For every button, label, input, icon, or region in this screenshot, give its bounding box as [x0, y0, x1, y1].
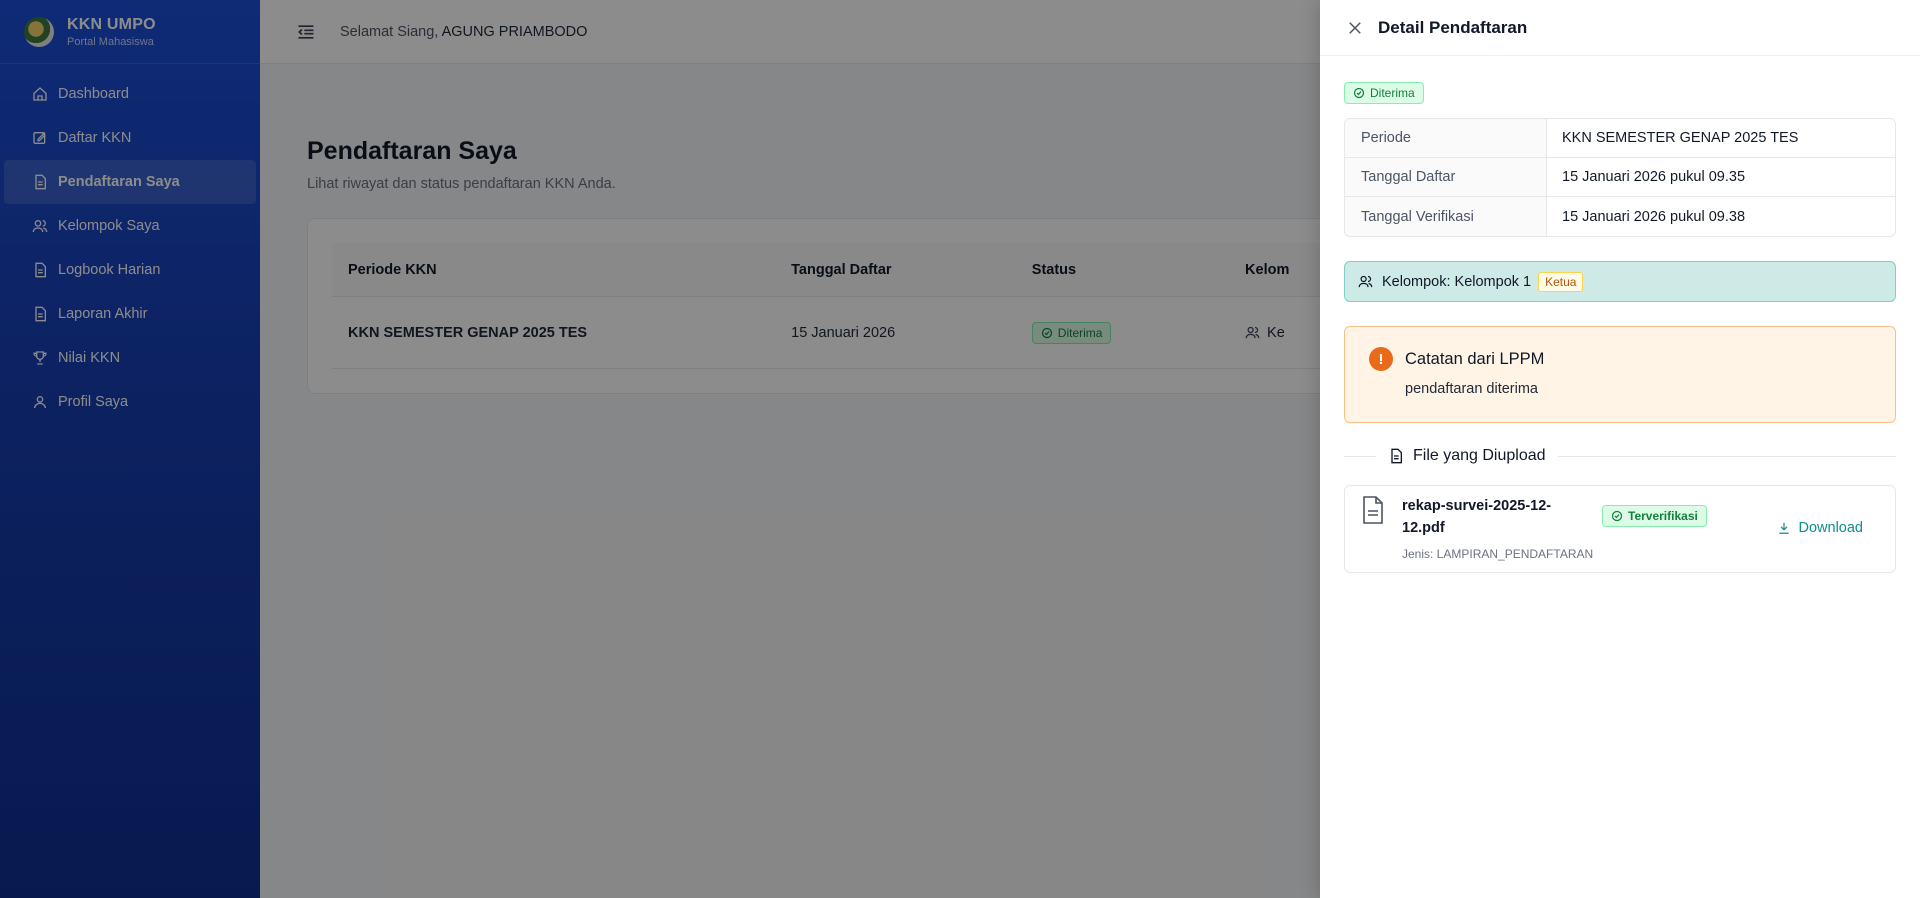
detail-key: Tanggal Daftar	[1345, 158, 1547, 196]
close-icon[interactable]	[1346, 19, 1364, 37]
download-icon	[1778, 522, 1789, 534]
files-divider: File yang Diupload	[1344, 447, 1896, 465]
group-info: Kelompok: Kelompok 1 Ketua	[1344, 261, 1896, 302]
role-badge: Ketua	[1538, 271, 1584, 292]
note-title: Catatan dari LPPM	[1405, 349, 1545, 368]
status-label: Diterima	[1370, 86, 1415, 100]
alert-icon: !	[1369, 347, 1393, 371]
group-label: Kelompok: Kelompok 1	[1382, 273, 1532, 290]
verified-label: Terverifikasi	[1628, 509, 1698, 523]
lppm-note: ! Catatan dari LPPM pendaftaran diterima	[1344, 326, 1896, 423]
detail-value: KKN SEMESTER GENAP 2025 TES	[1562, 130, 1799, 146]
file-icon	[1391, 448, 1402, 464]
download-button[interactable]: Download	[1777, 520, 1864, 536]
detail-table: Periode KKN SEMESTER GENAP 2025 TES Tang…	[1344, 118, 1896, 237]
note-text: pendaftaran diterima	[1405, 381, 1538, 397]
file-name: rekap-survei-2025-12-12.pdf	[1402, 498, 1552, 536]
check-circle-icon	[1611, 510, 1623, 522]
status-badge: Diterima	[1344, 82, 1424, 104]
check-circle-icon	[1353, 87, 1365, 99]
divider-line	[1557, 455, 1896, 457]
detail-key: Tanggal Verifikasi	[1345, 197, 1547, 236]
detail-value: 15 Januari 2026 pukul 09.38	[1562, 208, 1746, 225]
detail-key: Periode	[1345, 119, 1547, 157]
detail-drawer: Detail Pendaftaran Diterima Periode KKN …	[1320, 0, 1920, 898]
download-label: Download	[1798, 520, 1864, 536]
detail-row: Periode KKN SEMESTER GENAP 2025 TES	[1345, 119, 1895, 158]
drawer-title: Detail Pendaftaran	[1378, 17, 1528, 37]
files-heading-label: File yang Diupload	[1413, 447, 1546, 464]
verified-badge: Terverifikasi	[1602, 505, 1707, 527]
drawer-body: Diterima Periode KKN SEMESTER GENAP 2025…	[1320, 56, 1920, 573]
detail-row: Tanggal Daftar 15 Januari 2026 pukul 09.…	[1345, 158, 1895, 197]
divider-line	[1344, 455, 1376, 457]
drawer-header: Detail Pendaftaran	[1320, 0, 1920, 56]
files-heading: File yang Diupload	[1376, 447, 1558, 465]
file-card: rekap-survei-2025-12-12.pdf Jenis: LAMPI…	[1344, 485, 1896, 573]
file-type: Jenis: LAMPIRAN_PENDAFTARAN	[1402, 547, 1594, 561]
detail-value: 15 Januari 2026 pukul 09.35	[1562, 169, 1746, 185]
file-icon	[1363, 496, 1383, 524]
detail-row: Tanggal Verifikasi 15 Januari 2026 pukul…	[1345, 197, 1895, 236]
users-icon	[1358, 275, 1373, 288]
note-header: ! Catatan dari LPPM	[1369, 347, 1895, 371]
